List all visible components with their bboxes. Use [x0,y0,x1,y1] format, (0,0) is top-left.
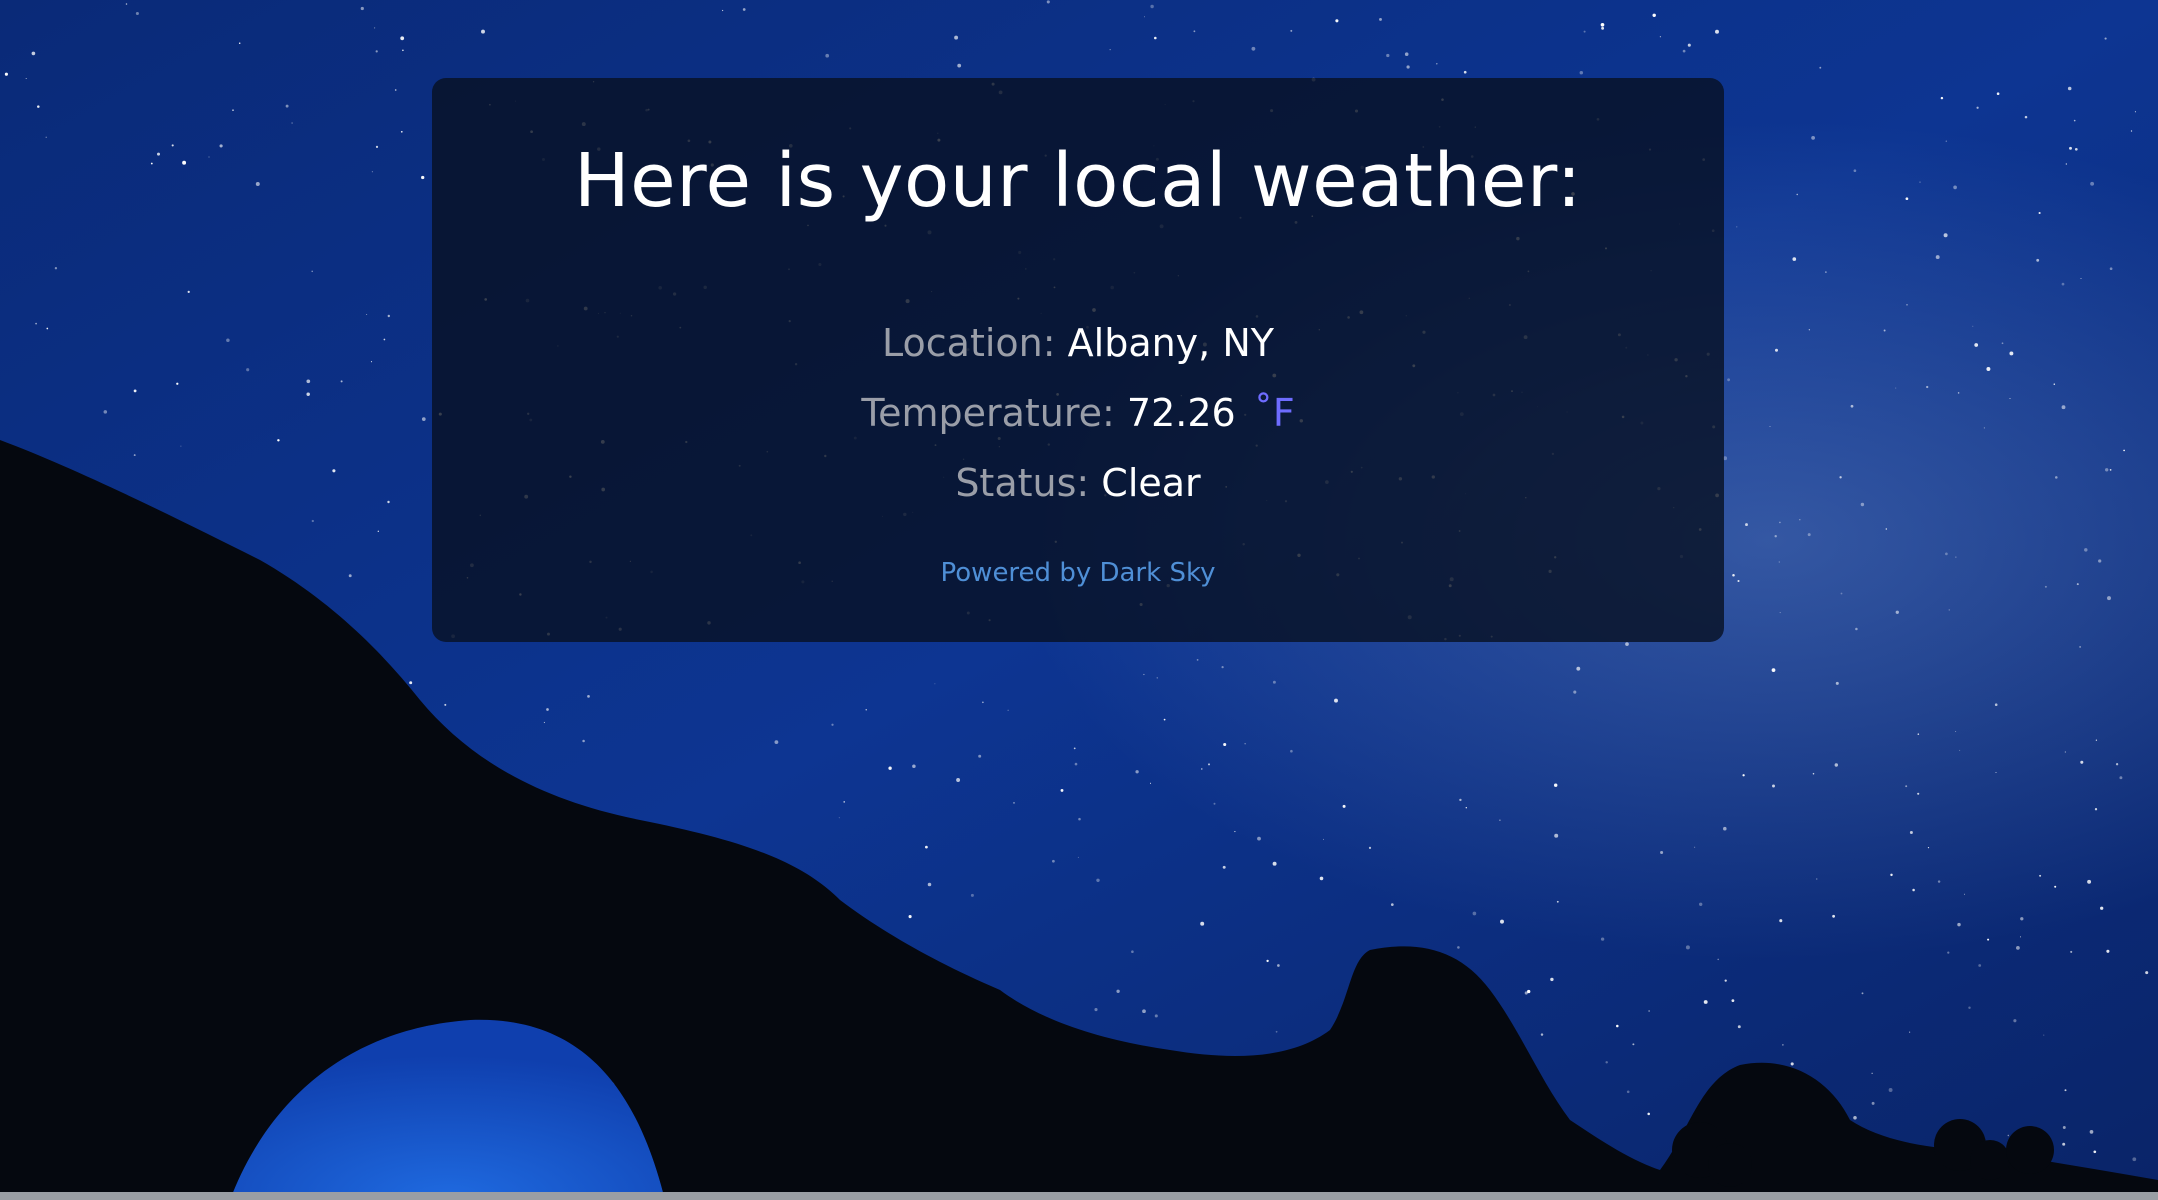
location-row: Location: Albany, NY [432,318,1724,368]
weather-card: Here is your local weather: Location: Al… [432,78,1724,642]
temperature-unit-toggle[interactable]: ˚F [1254,391,1295,435]
location-value: Albany, NY [1067,321,1274,365]
page-title: Here is your local weather: [574,138,1582,224]
status-label: Status: [955,461,1090,505]
temperature-row: Temperature: 72.26 ˚F [432,388,1724,438]
location-label: Location: [882,321,1056,365]
status-row: Status: Clear [432,458,1724,508]
temperature-value: 72.26 [1126,391,1236,435]
status-value: Clear [1101,461,1201,505]
window-bottom-edge [0,1192,2158,1200]
temperature-label: Temperature: [861,391,1115,435]
powered-by-dark-sky-link[interactable]: Powered by Dark Sky [432,558,1724,588]
